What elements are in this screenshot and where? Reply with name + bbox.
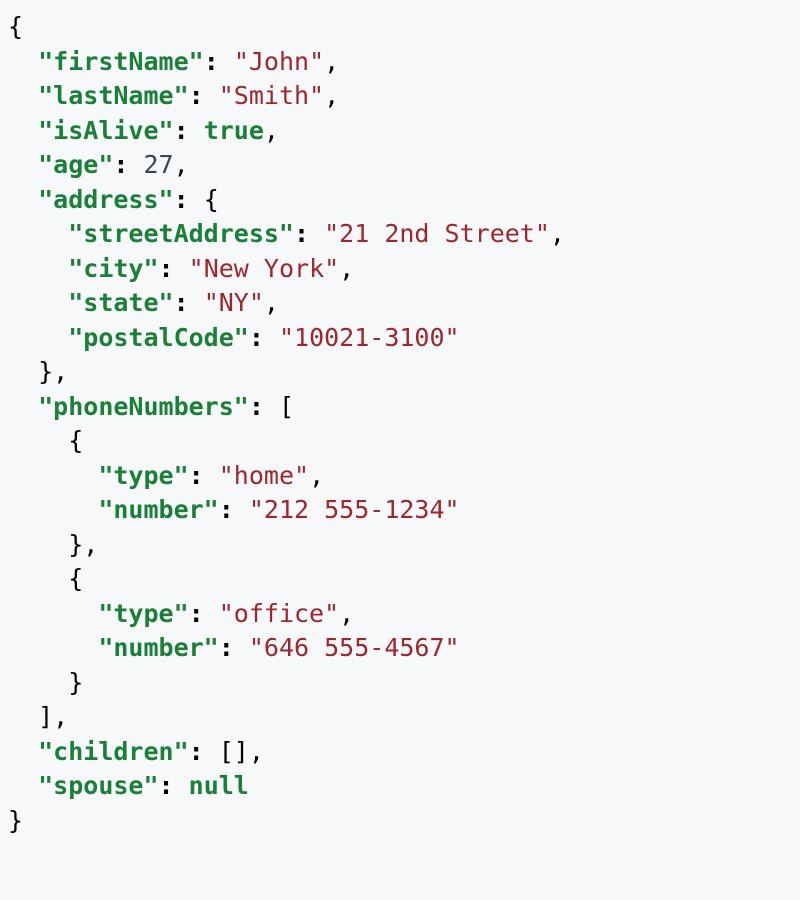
comma: , <box>83 530 98 559</box>
brace-close: } <box>8 806 23 835</box>
brace-open: { <box>8 12 23 41</box>
key-address: "address" <box>38 185 173 214</box>
colon: : <box>249 392 264 421</box>
comma: , <box>174 150 189 179</box>
value-city: "New York" <box>189 254 340 283</box>
comma: , <box>339 599 354 628</box>
value-children: [] <box>219 737 249 766</box>
comma: , <box>53 702 68 731</box>
value-spouse: null <box>189 771 249 800</box>
brace-open: { <box>68 426 83 455</box>
json-code-block: { "firstName": "John", "lastName": "Smit… <box>8 10 792 838</box>
key-phone-number-1: "number" <box>98 633 218 662</box>
comma: , <box>264 116 279 145</box>
value-phone-type-0: "home" <box>219 461 309 490</box>
colon: : <box>204 47 219 76</box>
comma: , <box>53 357 68 386</box>
colon: : <box>189 81 204 110</box>
comma: , <box>324 81 339 110</box>
colon: : <box>174 185 189 214</box>
brace-close: } <box>68 530 83 559</box>
key-spouse: "spouse" <box>38 771 158 800</box>
value-lastName: "Smith" <box>219 81 324 110</box>
brace-close: } <box>38 357 53 386</box>
value-streetAddress: "21 2nd Street" <box>324 219 550 248</box>
key-lastName: "lastName" <box>38 81 189 110</box>
key-firstName: "firstName" <box>38 47 204 76</box>
comma: , <box>264 288 279 317</box>
comma: , <box>550 219 565 248</box>
colon: : <box>159 771 174 800</box>
value-firstName: "John" <box>234 47 324 76</box>
key-streetAddress: "streetAddress" <box>68 219 294 248</box>
key-isAlive: "isAlive" <box>38 116 173 145</box>
comma: , <box>309 461 324 490</box>
key-city: "city" <box>68 254 158 283</box>
key-phone-type-1: "type" <box>98 599 188 628</box>
comma: , <box>249 737 264 766</box>
comma: , <box>339 254 354 283</box>
colon: : <box>189 599 204 628</box>
colon: : <box>174 116 189 145</box>
key-postalCode: "postalCode" <box>68 323 249 352</box>
colon: : <box>174 288 189 317</box>
brace-close: } <box>68 668 83 697</box>
value-isAlive: true <box>204 116 264 145</box>
key-phone-type-0: "type" <box>98 461 188 490</box>
colon: : <box>219 633 234 662</box>
key-age: "age" <box>38 150 113 179</box>
key-state: "state" <box>68 288 173 317</box>
colon: : <box>189 737 204 766</box>
colon: : <box>189 461 204 490</box>
brace-open: { <box>204 185 219 214</box>
comma: , <box>324 47 339 76</box>
bracket-close: ] <box>38 702 53 731</box>
key-phoneNumbers: "phoneNumbers" <box>38 392 249 421</box>
brace-open: { <box>68 564 83 593</box>
value-phone-type-1: "office" <box>219 599 339 628</box>
colon: : <box>113 150 128 179</box>
key-children: "children" <box>38 737 189 766</box>
colon: : <box>294 219 309 248</box>
value-phone-number-1: "646 555-4567" <box>249 633 460 662</box>
value-postalCode: "10021-3100" <box>279 323 460 352</box>
bracket-open: [ <box>279 392 294 421</box>
value-age: 27 <box>144 150 174 179</box>
colon: : <box>159 254 174 283</box>
value-phone-number-0: "212 555-1234" <box>249 495 460 524</box>
colon: : <box>219 495 234 524</box>
key-phone-number-0: "number" <box>98 495 218 524</box>
colon: : <box>249 323 264 352</box>
value-state: "NY" <box>204 288 264 317</box>
